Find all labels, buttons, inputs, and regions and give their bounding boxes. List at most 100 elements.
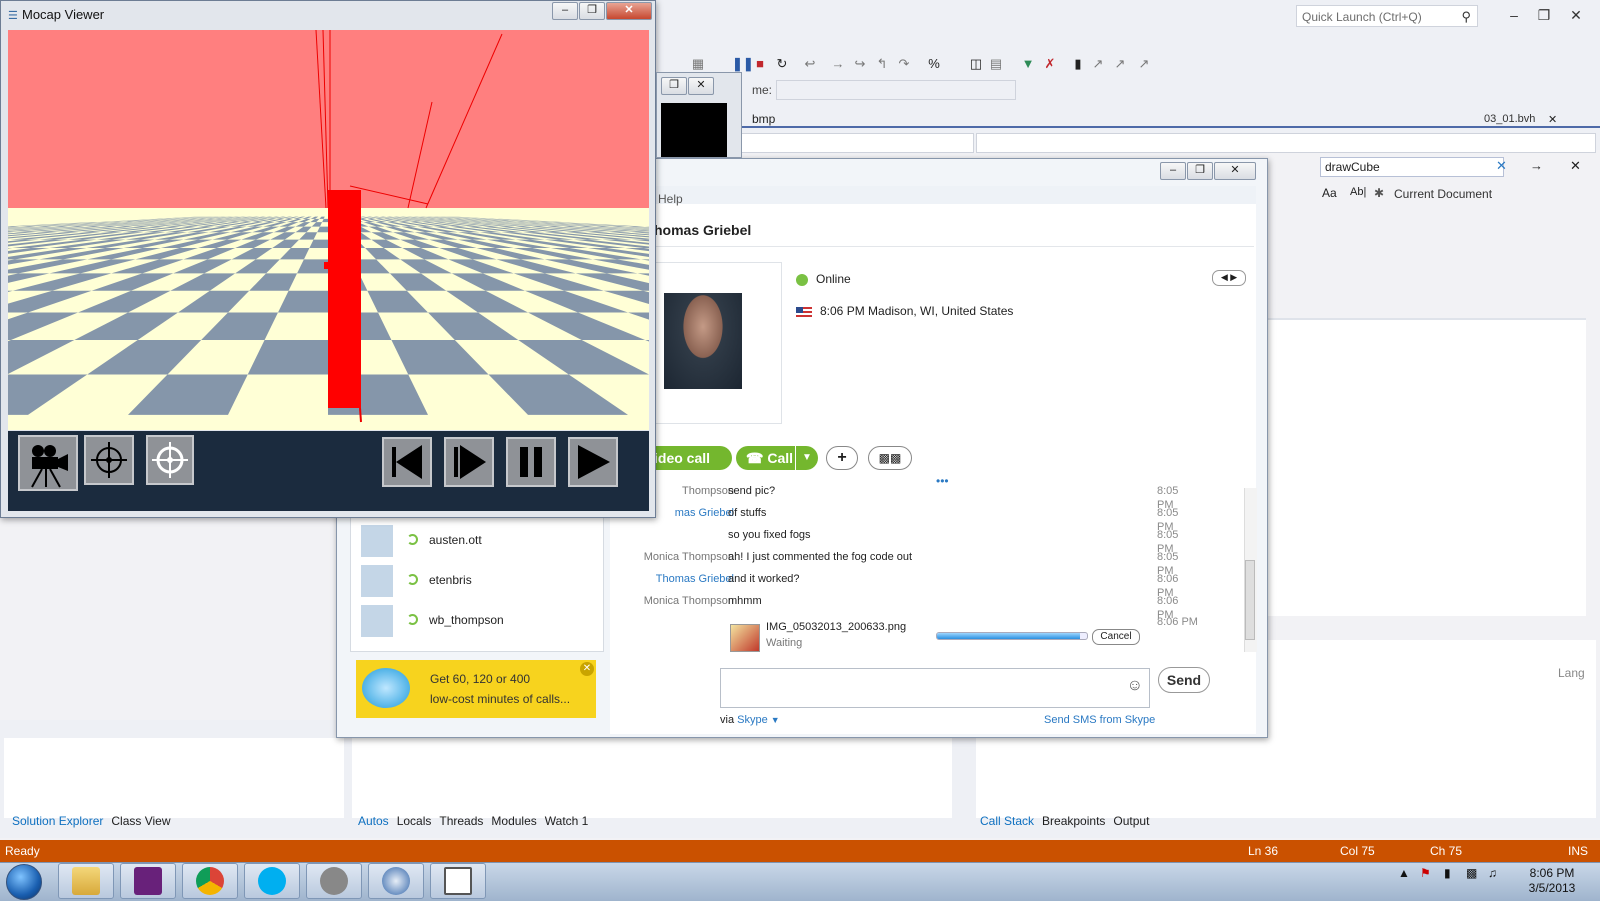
call-quality-button[interactable]: ▩▩ [868,446,912,470]
bookmark-clear-all-icon[interactable]: ↗ [1136,56,1152,72]
follow-target-button[interactable] [146,435,194,485]
child-close-button[interactable]: ✕ [688,77,714,95]
document-tab-bvh[interactable]: 03_01.bvh [1484,113,1535,125]
pause-button[interactable] [506,437,556,487]
bookmark-next-icon[interactable]: ↗ [1090,56,1106,72]
tab-locals[interactable]: Locals [397,814,432,828]
contact-item[interactable]: austen.ott [359,523,591,559]
lang-column-header: Lang [1558,666,1585,680]
tab-class-view[interactable]: Class View [111,814,170,828]
close-button[interactable]: ✕ [606,2,652,20]
tab-output[interactable]: Output [1113,814,1149,828]
find-input[interactable]: drawCube [1320,157,1504,177]
tray-volume-icon[interactable]: ♫ [1488,866,1497,880]
send-button[interactable]: Send [1158,667,1210,693]
show-next-statement-icon[interactable]: ↩ [802,56,818,72]
call-dropdown-chevron-icon[interactable]: ▼ [795,446,818,470]
promo-close-icon[interactable]: ✕ [580,662,594,676]
tray-arrow-icon[interactable]: ▲ [1398,866,1410,880]
bookmark-icon[interactable]: ▮ [1070,56,1086,72]
call-button[interactable]: ☎ Call▼ [736,446,818,470]
tray-flag-icon[interactable]: ⚑ [1420,866,1431,880]
target-button[interactable] [84,435,134,485]
3d-viewport[interactable] [8,30,649,430]
file-name[interactable]: IMG_05032013_200633.png [766,621,906,633]
document-tab-bmp[interactable]: bmp [752,112,775,126]
add-button[interactable]: + [826,446,858,470]
bookmark-prev-icon[interactable]: ▼ [1020,56,1036,72]
chevron-down-icon[interactable]: ▼ [771,715,780,725]
find-close-icon[interactable]: ✕ [1570,158,1581,174]
signal-bars-icon: ▩▩ [879,451,902,465]
stack-frame-combo[interactable] [776,80,1016,100]
member-combo[interactable] [976,133,1596,153]
chat-scrollbar-thumb[interactable] [1245,560,1255,640]
match-word-option[interactable]: Ab| [1350,186,1366,198]
vs-restore-button[interactable]: ❐ [1530,4,1558,26]
find-next-icon[interactable]: → [1530,158,1543,173]
tray-network-icon[interactable]: ▩ [1466,866,1477,880]
match-case-option[interactable]: Aa [1322,186,1337,200]
step-over-icon[interactable]: ↪ [852,56,868,72]
taskbar-settings[interactable] [306,863,362,899]
tab-autos[interactable]: Autos [358,814,389,828]
skype-maximize-button[interactable]: ❐ [1187,162,1213,180]
vs-close-button[interactable]: ✕ [1562,4,1590,26]
menu-help[interactable]: Help [658,192,683,206]
skype-minimize-button[interactable]: – [1160,162,1186,180]
bookmark-clear-icon[interactable]: ✗ [1042,56,1058,72]
play-button[interactable] [568,437,618,487]
step-forward-button[interactable] [444,437,494,487]
child-restore-button[interactable]: ❐ [661,77,687,95]
via-skype-dropdown[interactable]: Skype [737,714,768,726]
message-input[interactable]: ☺ [720,668,1150,708]
send-sms-link[interactable]: Send SMS from Skype [1044,714,1155,726]
minimize-button[interactable]: – [552,2,578,20]
taskbar-thunderbird[interactable] [368,863,424,899]
cancel-transfer-button[interactable]: Cancel [1092,629,1140,645]
stack-frame-icon[interactable]: ▤ [988,56,1004,72]
skype-close-button[interactable]: ✕ [1214,162,1256,180]
find-scope-select[interactable]: Current Document [1394,187,1492,201]
quick-launch-input[interactable]: Quick Launch (Ctrl+Q) ⚲ [1296,5,1478,27]
step-back-icon[interactable]: ↷ [896,56,912,72]
restart-icon[interactable]: ↻ [774,56,790,72]
promo-banner[interactable]: Get 60, 120 or 400 low-cost minutes of c… [356,660,596,718]
step-backward-button[interactable] [382,437,432,487]
taskbar-explorer[interactable] [58,863,114,899]
tab-call-stack[interactable]: Call Stack [980,814,1034,828]
stop-icon[interactable]: ■ [752,56,768,72]
taskbar-mocap[interactable] [430,863,486,899]
thread-icon[interactable]: ◫ [968,56,984,72]
regex-icon[interactable]: ✱ [1374,186,1384,200]
tab-solution-explorer[interactable]: Solution Explorer [12,814,103,828]
emoticon-icon[interactable]: ☺ [1127,677,1143,695]
taskbar-skype[interactable] [244,863,300,899]
skype-window-buttons: –❐✕ [1160,162,1257,180]
skype-menubar [610,186,1256,204]
taskbar-chrome[interactable] [182,863,238,899]
taskbar-visual-studio[interactable] [120,863,176,899]
tab-breakpoints[interactable]: Breakpoints [1042,814,1105,828]
bookmark-next-folder-icon[interactable]: ↗ [1112,56,1128,72]
step-out-icon[interactable]: ↰ [874,56,890,72]
contact-status-icon [407,574,418,585]
maximize-button[interactable]: ❐ [579,2,605,20]
contact-item[interactable]: etenbris [359,563,591,599]
close-tab-icon[interactable]: ✕ [1548,113,1557,126]
step-into-icon[interactable]: → [830,56,846,72]
tab-threads[interactable]: Threads [439,814,483,828]
camera-button[interactable] [18,435,78,491]
tab-watch1[interactable]: Watch 1 [545,814,589,828]
contact-item[interactable]: wb_thompson [359,603,591,639]
attach-icon[interactable]: ▦ [690,56,706,72]
start-button[interactable] [6,864,42,900]
clock[interactable]: 8:06 PM 3/5/2013 [1524,866,1580,896]
pause-icon[interactable]: ❚❚ [732,56,748,72]
tray-battery-icon[interactable]: ▮ [1444,866,1451,880]
find-clear-icon[interactable]: ✕ [1496,158,1507,174]
tab-modules[interactable]: Modules [491,814,536,828]
vs-minimize-button[interactable]: – [1500,4,1528,26]
profile-pager[interactable]: ◀ ▶ [1212,270,1246,286]
hex-icon[interactable]: % [926,56,942,72]
